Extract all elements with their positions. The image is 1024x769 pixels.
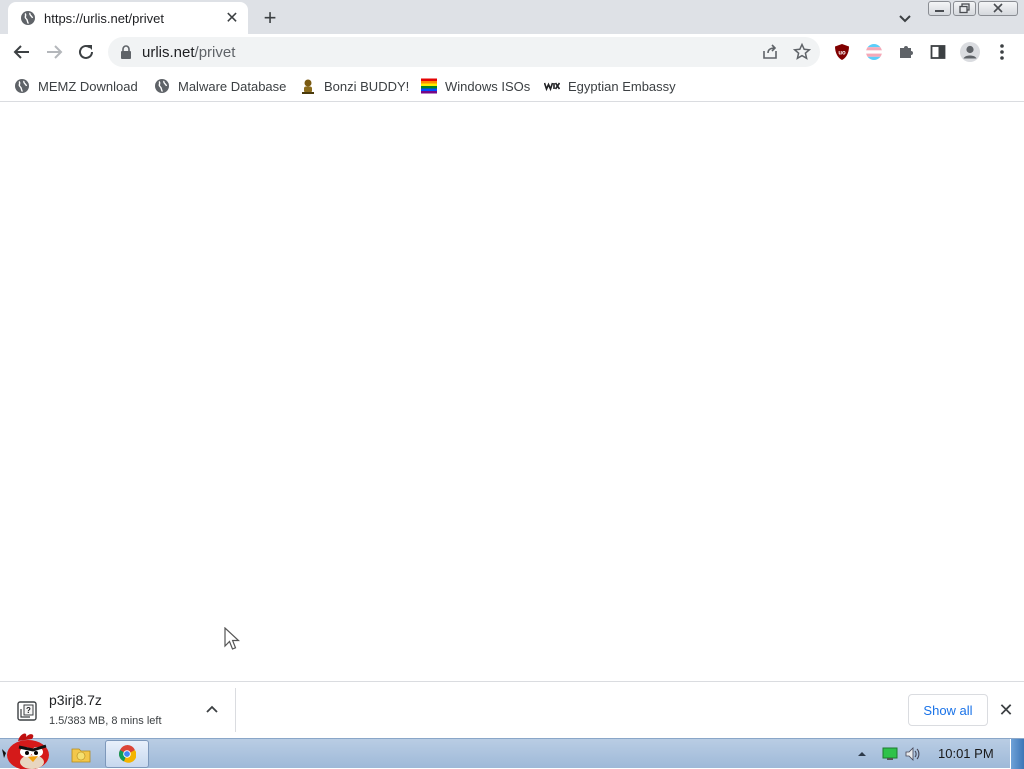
rainbow-flag-icon	[421, 78, 437, 94]
angry-bird-start-icon[interactable]	[2, 731, 52, 769]
forward-button[interactable]	[42, 40, 66, 64]
new-tab-button[interactable]: +	[258, 6, 282, 30]
forward-arrow-icon	[47, 45, 63, 59]
reload-icon	[79, 44, 93, 59]
show-all-downloads-button[interactable]: Show all	[908, 694, 988, 726]
restore-icon	[959, 3, 970, 14]
trans-flag-icon	[866, 44, 882, 60]
globe-icon	[154, 78, 170, 94]
chrome-icon	[119, 745, 136, 763]
tab-title: https://urlis.net/privet	[44, 10, 164, 26]
tab-search-button[interactable]	[894, 7, 916, 29]
taskbar-explorer-button[interactable]	[66, 742, 96, 766]
chevron-up-icon[interactable]	[204, 702, 220, 718]
trans-flag-extension-button[interactable]	[862, 40, 886, 64]
active-tab[interactable]: https://urlis.net/privet ✕	[8, 2, 248, 34]
window-controls	[928, 1, 1020, 17]
show-hidden-icons-icon[interactable]	[856, 748, 868, 760]
system-tray	[856, 739, 922, 769]
back-arrow-icon	[13, 45, 29, 59]
browser-toolbar: urlis.net/privet uo	[0, 34, 1024, 70]
svg-text:?: ?	[26, 706, 31, 715]
bookmark-bonzi-buddy[interactable]: Bonzi BUDDY!	[300, 76, 409, 96]
taskbar: 10:01 PM	[0, 733, 1024, 769]
bookmark-star-icon[interactable]	[792, 42, 812, 62]
bookmark-malware-database[interactable]: Malware Database	[154, 76, 286, 96]
bookmark-label: Bonzi BUDDY!	[324, 78, 410, 94]
window-close-button[interactable]	[978, 1, 1018, 16]
download-progress-status: 1.5/383 MB, 8 mins left	[49, 715, 162, 727]
side-panel-button[interactable]	[926, 40, 950, 64]
download-shelf: ? p3irj8.7z 1.5/383 MB, 8 mins left Show…	[0, 681, 1024, 738]
extensions-button[interactable]	[894, 40, 918, 64]
back-button[interactable]	[10, 40, 34, 64]
download-item[interactable]: ? p3irj8.7z 1.5/383 MB, 8 mins left	[8, 688, 236, 732]
archive-file-icon: ?	[17, 701, 37, 721]
minimize-button[interactable]	[928, 1, 951, 16]
share-icon[interactable]	[760, 42, 780, 62]
browser-menu-button[interactable]	[990, 40, 1014, 64]
close-download-shelf-button[interactable]: ✕	[996, 700, 1016, 720]
taskbar-chrome-button[interactable]	[105, 740, 149, 768]
tab-strip: https://urlis.net/privet ✕ +	[0, 0, 1024, 34]
puzzle-piece-icon	[900, 46, 913, 58]
profile-button[interactable]	[958, 40, 982, 64]
address-bar[interactable]: urlis.net/privet	[108, 37, 820, 67]
close-icon	[993, 3, 1003, 13]
tab-close-button[interactable]: ✕	[222, 8, 242, 28]
bookmarks-bar: MEMZ Download Malware Database Bonzi BUD…	[0, 70, 1024, 102]
url-path: /privet	[194, 44, 236, 61]
lock-icon[interactable]	[120, 45, 132, 59]
taskbar-clock[interactable]: 10:01 PM	[938, 746, 994, 761]
url-text[interactable]: urlis.net/privet	[142, 44, 235, 61]
minimize-icon	[935, 10, 944, 12]
kebab-menu-icon	[1000, 44, 1004, 60]
mouse-cursor-icon	[224, 627, 241, 650]
restore-button[interactable]	[953, 1, 976, 16]
chevron-down-icon	[899, 15, 911, 23]
bookmark-label: MEMZ Download	[38, 78, 138, 94]
bookmark-label: Egyptian Embassy	[568, 78, 676, 94]
bookmark-memz-download[interactable]: MEMZ Download	[14, 76, 138, 96]
download-filename: p3irj8.7z	[49, 692, 102, 708]
ublock-origin-icon: uo	[835, 44, 849, 60]
globe-icon	[14, 78, 30, 94]
globe-icon	[21, 11, 35, 25]
network-icon[interactable]	[882, 747, 898, 761]
url-host: urlis.net	[142, 44, 195, 61]
bookmark-egyptian-embassy[interactable]: Egyptian Embassy	[544, 76, 676, 96]
reload-button[interactable]	[74, 40, 98, 64]
bookmark-label: Windows ISOs	[445, 78, 531, 94]
ublock-extension-button[interactable]: uo	[830, 40, 854, 64]
bonzi-icon	[300, 78, 316, 94]
show-desktop-button[interactable]	[1010, 739, 1024, 769]
bookmark-windows-isos[interactable]: Windows ISOs	[421, 76, 530, 96]
volume-icon[interactable]	[904, 746, 922, 762]
folder-icon	[71, 748, 91, 763]
svg-text:uo: uo	[838, 51, 846, 57]
avatar-icon	[960, 42, 980, 62]
wix-icon	[544, 78, 560, 94]
bookmark-label: Malware Database	[178, 78, 287, 94]
side-panel-icon	[930, 45, 946, 59]
page-content[interactable]	[0, 103, 1024, 681]
